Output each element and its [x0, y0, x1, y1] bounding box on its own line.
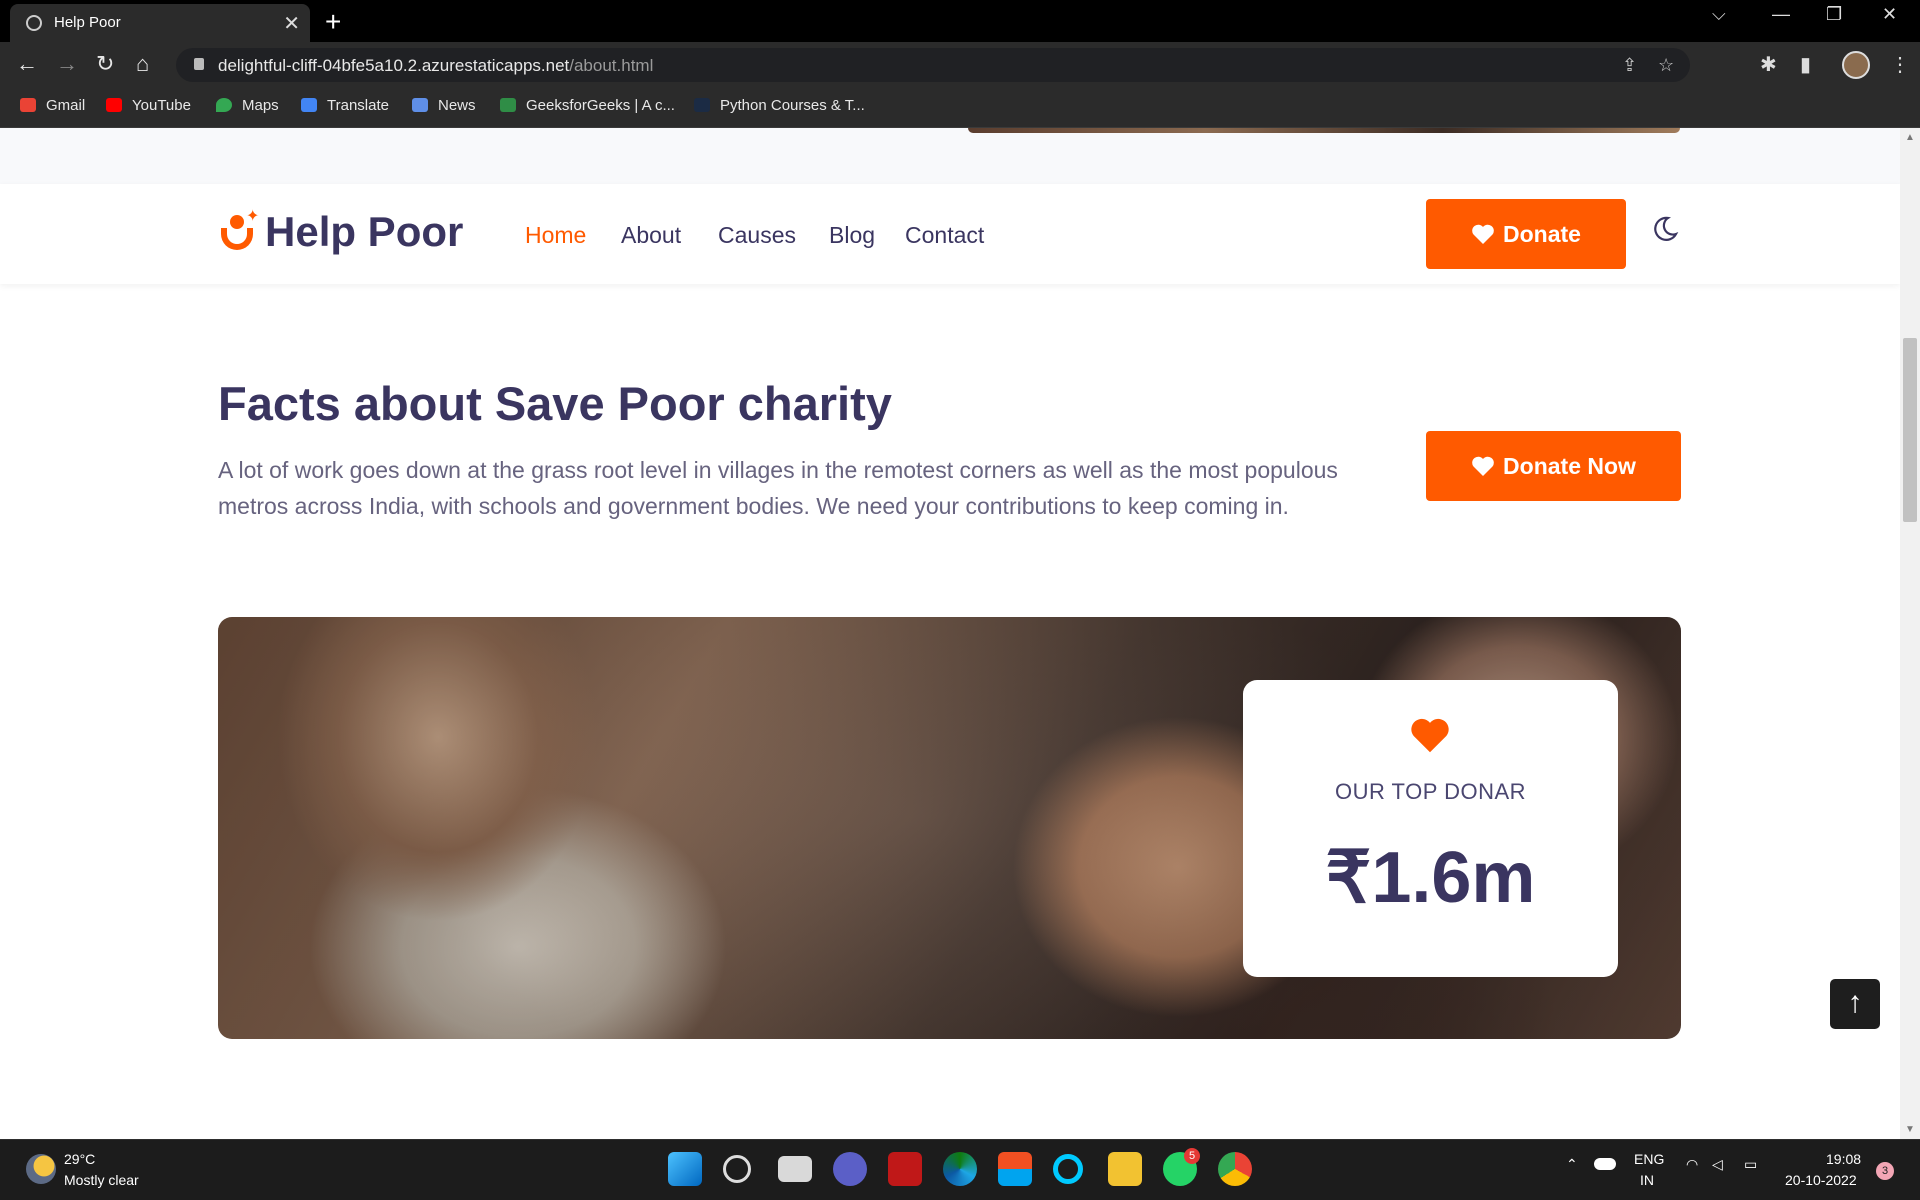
geeksforgeeks-icon: [500, 98, 516, 112]
bookmark-gmail[interactable]: Gmail: [20, 97, 85, 114]
donate-now-button[interactable]: Donate Now: [1426, 431, 1681, 501]
start-icon[interactable]: [668, 1152, 702, 1186]
language-bottom[interactable]: IN: [1640, 1172, 1654, 1188]
window-close-icon[interactable]: ✕: [1882, 4, 1897, 25]
scrollbar-thumb[interactable]: [1903, 338, 1917, 522]
page-viewport: ✦ Help Poor Home About Causes Blog Conta…: [0, 128, 1900, 1139]
address-bar[interactable]: delightful-cliff-04bfe5a10.2.azurestatic…: [176, 48, 1690, 82]
bookmark-maps[interactable]: Maps: [216, 97, 279, 114]
tab-strip: Help Poor ✕ + ⌵ — ❐ ✕: [0, 0, 1920, 42]
brand-name: Help Poor: [265, 208, 464, 255]
bookmark-news[interactable]: News: [412, 97, 476, 114]
clock-time[interactable]: 19:08: [1826, 1151, 1861, 1167]
donate-now-label: Donate Now: [1503, 453, 1636, 479]
taskbar: 29°C Mostly clear 5 ⌃ ENG IN ◠ ◁ ▭ 19:08…: [0, 1139, 1920, 1200]
close-tab-icon[interactable]: ✕: [283, 11, 300, 36]
arrow-up-icon: ↑: [1847, 986, 1863, 1019]
scroll-up-icon[interactable]: ▲: [1905, 132, 1915, 143]
chrome-icon[interactable]: [1218, 1152, 1252, 1186]
maps-icon: [216, 98, 232, 112]
battery-icon[interactable]: ▭: [1744, 1156, 1757, 1173]
cortana-icon[interactable]: [1053, 1154, 1083, 1184]
top-donor-label: OUR TOP DONAR: [1334, 779, 1527, 804]
page-scrollbar[interactable]: ▲ ▼: [1900, 128, 1920, 1139]
url-text: delightful-cliff-04bfe5a10.2.azurestatic…: [218, 56, 654, 75]
bookmark-translate[interactable]: Translate: [301, 97, 389, 114]
bookmark-youtube[interactable]: YouTube: [106, 97, 191, 114]
wifi-icon[interactable]: ◠: [1686, 1156, 1698, 1173]
donate-button[interactable]: Donate: [1426, 199, 1626, 269]
search-icon[interactable]: [723, 1155, 751, 1183]
python-courses-icon: [694, 98, 710, 112]
task-view-icon[interactable]: [778, 1156, 812, 1182]
teams-chat-icon[interactable]: [833, 1152, 867, 1186]
youtube-icon: [106, 98, 122, 112]
home-icon[interactable]: ⌂: [136, 51, 149, 77]
section-title: Facts about Save Poor charity: [218, 377, 892, 430]
donate-label: Donate: [1503, 221, 1581, 247]
site-header: ✦ Help Poor Home About Causes Blog Conta…: [0, 184, 1900, 284]
weather-icon[interactable]: [26, 1154, 56, 1184]
weather-status: Mostly clear: [64, 1172, 139, 1188]
whatsapp-badge: 5: [1184, 1148, 1200, 1164]
heart-icon: [1411, 718, 1449, 753]
back-icon[interactable]: ←: [16, 51, 38, 77]
store-icon[interactable]: [998, 1152, 1032, 1186]
side-panel-icon[interactable]: ▮: [1800, 52, 1811, 77]
heart-icon: [1471, 202, 1495, 244]
top-donor-card: OUR TOP DONAR ₹1.6m: [1243, 680, 1618, 977]
heart-icon: [1471, 434, 1495, 476]
tray-overflow-icon[interactable]: ⌃: [1566, 1156, 1578, 1173]
nav-blog[interactable]: Blog: [829, 222, 875, 249]
section-description: A lot of work goes down at the grass roo…: [218, 457, 1338, 519]
extensions-icon[interactable]: ✱: [1760, 52, 1777, 77]
charity-logo-icon: ✦: [218, 208, 259, 252]
nav-about[interactable]: About: [621, 222, 681, 249]
restore-icon[interactable]: ❐: [1826, 4, 1842, 25]
share-icon[interactable]: ⇪: [1622, 55, 1637, 76]
gmail-icon: [20, 98, 36, 112]
temperature: 29°C: [64, 1151, 96, 1167]
translate-icon: [301, 98, 317, 112]
browser-tab[interactable]: Help Poor ✕: [10, 4, 310, 42]
scroll-down-icon[interactable]: ▼: [1905, 1124, 1915, 1135]
forward-icon[interactable]: →: [56, 51, 78, 77]
volume-icon[interactable]: ◁: [1712, 1156, 1723, 1173]
clock-date[interactable]: 20-10-2022: [1785, 1172, 1857, 1188]
browser-toolbar: ← → ↻ ⌂ delightful-cliff-04bfe5a10.2.azu…: [0, 42, 1920, 88]
globe-icon: [26, 15, 42, 31]
reload-icon[interactable]: ↻: [96, 51, 114, 77]
onedrive-icon[interactable]: [1594, 1158, 1616, 1170]
edge-icon[interactable]: [943, 1152, 977, 1186]
bookmark-python-courses[interactable]: Python Courses & T...: [694, 97, 865, 114]
mcafee-icon[interactable]: [888, 1152, 922, 1186]
lock-icon: [194, 58, 204, 70]
menu-icon[interactable]: ⋮: [1890, 52, 1910, 77]
top-strip: [0, 128, 1900, 184]
profile-avatar[interactable]: [1842, 51, 1870, 79]
file-explorer-icon[interactable]: [1108, 1152, 1142, 1186]
bookmark-star-icon[interactable]: ☆: [1658, 55, 1674, 76]
minimize-icon[interactable]: —: [1772, 4, 1790, 25]
nav-causes[interactable]: Causes: [718, 222, 796, 249]
nav-contact[interactable]: Contact: [905, 222, 984, 249]
moon-icon[interactable]: [1650, 214, 1680, 244]
new-tab-button[interactable]: +: [325, 6, 341, 38]
tab-title: Help Poor: [54, 14, 121, 31]
bookmarks-bar: Gmail YouTube Maps Translate News Geeksf…: [0, 88, 1920, 128]
language-top[interactable]: ENG: [1634, 1151, 1664, 1167]
notification-badge[interactable]: 3: [1876, 1162, 1894, 1180]
top-donor-amount: ₹1.6m: [1325, 838, 1536, 918]
nav-home[interactable]: Home: [525, 222, 586, 249]
back-to-top-button[interactable]: ↑: [1830, 979, 1880, 1029]
tab-search-icon[interactable]: ⌵: [1712, 4, 1726, 25]
previous-section-image: [968, 128, 1680, 133]
bookmark-geeksforgeeks[interactable]: GeeksforGeeks | A c...: [500, 97, 675, 114]
news-icon: [412, 98, 428, 112]
